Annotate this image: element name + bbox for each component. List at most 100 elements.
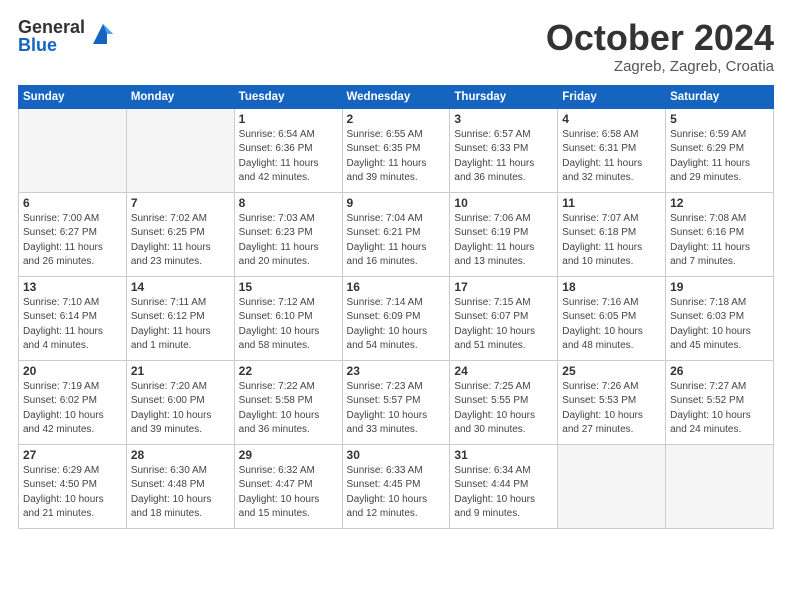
day-number: 20 <box>23 364 122 378</box>
day-number: 1 <box>239 112 338 126</box>
day-number: 31 <box>454 448 553 462</box>
table-row: 8 Sunrise: 7:03 AM Sunset: 6:23 PM Daylig… <box>234 192 342 276</box>
table-row: 3Sunrise: 6:57 AM Sunset: 6:33 PM Daylig… <box>450 108 558 192</box>
table-row: 29 Sunrise: 6:32 AM Sunset: 4:47 PM Dayli… <box>234 444 342 528</box>
day-number: 23 <box>347 364 446 378</box>
day-info: Sunrise: 7:08 AM Sunset: 6:16 PM Dayligh… <box>670 212 769 270</box>
day-info: Sunrise: 7:00 AM Sunset: 6:27 PM Dayligh… <box>23 212 122 270</box>
calendar-week-row: 1Sunrise: 6:54 AM Sunset: 6:36 PM Daylig… <box>19 108 774 192</box>
day-info: Sunrise: 7:25 AM Sunset: 5:55 PM Dayligh… <box>454 380 553 438</box>
logo-general: General <box>18 18 85 36</box>
day-info: Sunrise: 7:22 AM Sunset: 5:58 PM Dayligh… <box>239 380 338 438</box>
table-row: 6 Sunrise: 7:00 AM Sunset: 6:27 PM Daylig… <box>19 192 127 276</box>
day-number: 14 <box>131 280 230 294</box>
table-row: 10 Sunrise: 7:06 AM Sunset: 6:19 PM Dayli… <box>450 192 558 276</box>
table-row: 27 Sunrise: 6:29 AM Sunset: 4:50 PM Dayli… <box>19 444 127 528</box>
day-info: Sunrise: 7:10 AM Sunset: 6:14 PM Dayligh… <box>23 296 122 354</box>
logo-blue: Blue <box>18 36 85 54</box>
logo: General Blue <box>18 18 117 54</box>
calendar-week-row: 13 Sunrise: 7:10 AM Sunset: 6:14 PM Dayli… <box>19 276 774 360</box>
calendar-week-row: 6 Sunrise: 7:00 AM Sunset: 6:27 PM Daylig… <box>19 192 774 276</box>
table-row <box>126 108 234 192</box>
day-info: Sunrise: 6:33 AM Sunset: 4:45 PM Dayligh… <box>347 464 446 522</box>
table-row: 9Sunrise: 7:04 AM Sunset: 6:21 PM Daylig… <box>342 192 450 276</box>
day-info: Sunrise: 6:29 AM Sunset: 4:50 PM Dayligh… <box>23 464 122 522</box>
col-friday: Friday <box>558 85 666 108</box>
table-row: 13 Sunrise: 7:10 AM Sunset: 6:14 PM Dayli… <box>19 276 127 360</box>
day-number: 19 <box>670 280 769 294</box>
day-info: Sunrise: 6:32 AM Sunset: 4:47 PM Dayligh… <box>239 464 338 522</box>
day-info: Sunrise: 7:06 AM Sunset: 6:19 PM Dayligh… <box>454 212 553 270</box>
table-row: 5 Sunrise: 6:59 AM Sunset: 6:29 PM Daylig… <box>666 108 774 192</box>
day-info: Sunrise: 6:58 AM Sunset: 6:31 PM Dayligh… <box>562 128 661 186</box>
day-info: Sunrise: 7:04 AM Sunset: 6:21 PM Dayligh… <box>347 212 446 270</box>
day-number: 30 <box>347 448 446 462</box>
table-row: 25 Sunrise: 7:26 AM Sunset: 5:53 PM Dayli… <box>558 360 666 444</box>
day-number: 17 <box>454 280 553 294</box>
day-number: 15 <box>239 280 338 294</box>
day-info: Sunrise: 7:07 AM Sunset: 6:18 PM Dayligh… <box>562 212 661 270</box>
table-row: 19 Sunrise: 7:18 AM Sunset: 6:03 PM Dayli… <box>666 276 774 360</box>
day-number: 10 <box>454 196 553 210</box>
table-row <box>19 108 127 192</box>
table-row: 30 Sunrise: 6:33 AM Sunset: 4:45 PM Dayli… <box>342 444 450 528</box>
day-number: 8 <box>239 196 338 210</box>
day-info: Sunrise: 7:26 AM Sunset: 5:53 PM Dayligh… <box>562 380 661 438</box>
table-row: 31 Sunrise: 6:34 AM Sunset: 4:44 PM Dayli… <box>450 444 558 528</box>
table-row: 15 Sunrise: 7:12 AM Sunset: 6:10 PM Dayli… <box>234 276 342 360</box>
day-number: 13 <box>23 280 122 294</box>
day-info: Sunrise: 6:59 AM Sunset: 6:29 PM Dayligh… <box>670 128 769 186</box>
day-number: 29 <box>239 448 338 462</box>
table-row: 18Sunrise: 7:16 AM Sunset: 6:05 PM Dayli… <box>558 276 666 360</box>
day-info: Sunrise: 6:30 AM Sunset: 4:48 PM Dayligh… <box>131 464 230 522</box>
col-tuesday: Tuesday <box>234 85 342 108</box>
day-info: Sunrise: 7:03 AM Sunset: 6:23 PM Dayligh… <box>239 212 338 270</box>
day-info: Sunrise: 6:34 AM Sunset: 4:44 PM Dayligh… <box>454 464 553 522</box>
day-info: Sunrise: 7:19 AM Sunset: 6:02 PM Dayligh… <box>23 380 122 438</box>
day-info: Sunrise: 7:27 AM Sunset: 5:52 PM Dayligh… <box>670 380 769 438</box>
table-row: 24 Sunrise: 7:25 AM Sunset: 5:55 PM Dayli… <box>450 360 558 444</box>
table-row: 28 Sunrise: 6:30 AM Sunset: 4:48 PM Dayli… <box>126 444 234 528</box>
calendar-week-row: 20 Sunrise: 7:19 AM Sunset: 6:02 PM Dayli… <box>19 360 774 444</box>
table-row: 16Sunrise: 7:14 AM Sunset: 6:09 PM Dayli… <box>342 276 450 360</box>
day-info: Sunrise: 7:18 AM Sunset: 6:03 PM Dayligh… <box>670 296 769 354</box>
day-info: Sunrise: 7:16 AM Sunset: 6:05 PM Dayligh… <box>562 296 661 354</box>
month-title: October 2024 <box>546 18 774 58</box>
day-number: 16 <box>347 280 446 294</box>
day-number: 3 <box>454 112 553 126</box>
day-info: Sunrise: 7:20 AM Sunset: 6:00 PM Dayligh… <box>131 380 230 438</box>
day-number: 12 <box>670 196 769 210</box>
day-number: 21 <box>131 364 230 378</box>
day-number: 25 <box>562 364 661 378</box>
day-number: 26 <box>670 364 769 378</box>
header: General Blue October 2024 Zagreb, Zagreb… <box>18 18 774 75</box>
day-info: Sunrise: 7:12 AM Sunset: 6:10 PM Dayligh… <box>239 296 338 354</box>
day-info: Sunrise: 7:23 AM Sunset: 5:57 PM Dayligh… <box>347 380 446 438</box>
day-number: 4 <box>562 112 661 126</box>
day-info: Sunrise: 7:02 AM Sunset: 6:25 PM Dayligh… <box>131 212 230 270</box>
day-number: 24 <box>454 364 553 378</box>
day-number: 11 <box>562 196 661 210</box>
table-row: 22Sunrise: 7:22 AM Sunset: 5:58 PM Dayli… <box>234 360 342 444</box>
table-row: 14Sunrise: 7:11 AM Sunset: 6:12 PM Dayli… <box>126 276 234 360</box>
table-row: 4 Sunrise: 6:58 AM Sunset: 6:31 PM Daylig… <box>558 108 666 192</box>
day-number: 6 <box>23 196 122 210</box>
day-info: Sunrise: 6:55 AM Sunset: 6:35 PM Dayligh… <box>347 128 446 186</box>
table-row: 11 Sunrise: 7:07 AM Sunset: 6:18 PM Dayli… <box>558 192 666 276</box>
day-number: 28 <box>131 448 230 462</box>
col-saturday: Saturday <box>666 85 774 108</box>
day-number: 27 <box>23 448 122 462</box>
col-monday: Monday <box>126 85 234 108</box>
calendar-week-row: 27 Sunrise: 6:29 AM Sunset: 4:50 PM Dayli… <box>19 444 774 528</box>
table-row: 23 Sunrise: 7:23 AM Sunset: 5:57 PM Dayli… <box>342 360 450 444</box>
col-thursday: Thursday <box>450 85 558 108</box>
table-row <box>666 444 774 528</box>
col-wednesday: Wednesday <box>342 85 450 108</box>
table-row: 7Sunrise: 7:02 AM Sunset: 6:25 PM Daylig… <box>126 192 234 276</box>
table-row: 21 Sunrise: 7:20 AM Sunset: 6:00 PM Dayli… <box>126 360 234 444</box>
table-row: 26 Sunrise: 7:27 AM Sunset: 5:52 PM Dayli… <box>666 360 774 444</box>
table-row: 1Sunrise: 6:54 AM Sunset: 6:36 PM Daylig… <box>234 108 342 192</box>
page: General Blue October 2024 Zagreb, Zagreb… <box>0 0 792 612</box>
day-number: 5 <box>670 112 769 126</box>
day-number: 2 <box>347 112 446 126</box>
